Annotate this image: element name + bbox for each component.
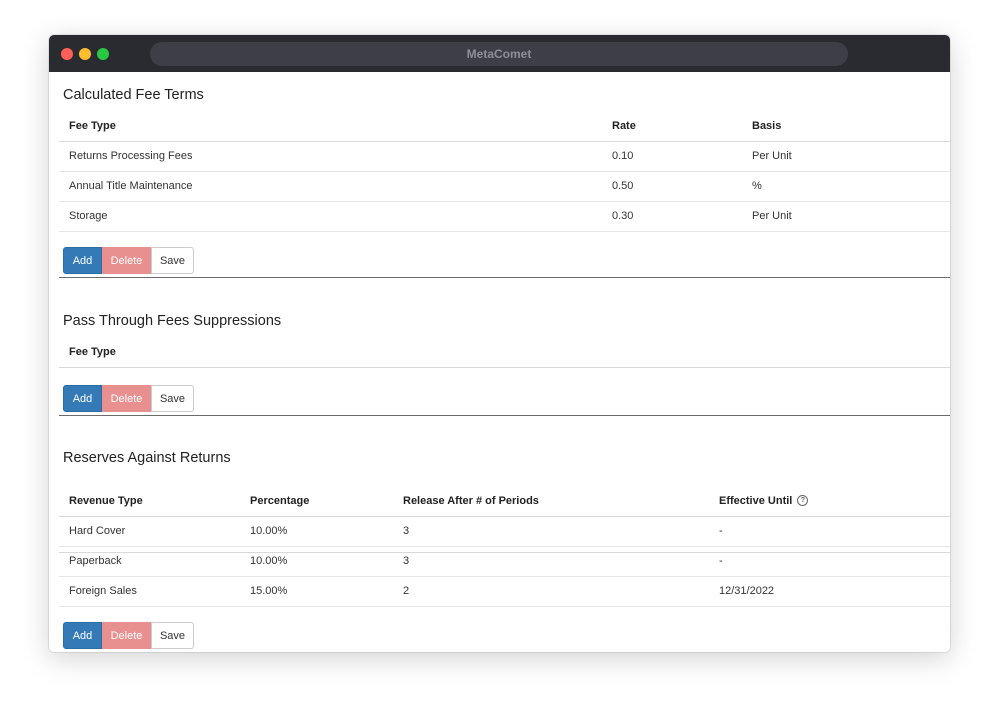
cell-release-periods: 2 <box>403 585 410 597</box>
table-row[interactable]: Annual Title Maintenance 0.50 % <box>59 172 950 202</box>
table-row[interactable]: Foreign Sales 15.00% 2 12/31/2022 <box>59 577 950 607</box>
table-row[interactable]: Paperback 10.00% 3 - <box>59 547 950 577</box>
calculated-fee-terms-section: Calculated Fee Terms Fee Type Rate Basis… <box>59 72 950 278</box>
help-icon[interactable]: ? <box>797 494 809 506</box>
cell-release-periods: 3 <box>403 555 410 567</box>
cell-rate: 0.30 <box>612 210 634 222</box>
cell-fee-type: Annual Title Maintenance <box>69 180 193 192</box>
close-window-button[interactable] <box>61 48 73 60</box>
cell-effective-until: - <box>719 555 723 567</box>
cell-percentage: 10.00% <box>250 555 288 567</box>
column-header-rate: Rate <box>612 120 636 132</box>
cell-revenue-type: Hard Cover <box>69 525 126 537</box>
column-header-effective-until: Effective Until? <box>719 486 809 516</box>
save-button[interactable]: Save <box>151 622 194 649</box>
effective-until-label: Effective Until <box>719 495 793 507</box>
add-button[interactable]: Add <box>63 247 102 274</box>
table-header: Fee Type <box>59 337 950 368</box>
cell-revenue-type: Paperback <box>69 555 122 567</box>
cell-revenue-type: Foreign Sales <box>69 585 137 597</box>
window-title: MetaComet <box>150 42 848 66</box>
maximize-window-button[interactable] <box>97 48 109 60</box>
column-header-percentage: Percentage <box>250 495 310 507</box>
table-row[interactable]: Hard Cover 10.00% 3 - <box>59 517 950 547</box>
column-header-basis: Basis <box>752 120 782 132</box>
cell-fee-type: Returns Processing Fees <box>69 150 193 162</box>
table-header: Revenue Type Percentage Release After # … <box>59 486 950 517</box>
delete-button[interactable]: Delete <box>102 385 151 412</box>
title-bar: MetaComet <box>49 35 950 72</box>
pass-through-fees-section: Pass Through Fees Suppressions Fee Type … <box>59 278 950 416</box>
delete-button[interactable]: Delete <box>102 247 151 274</box>
delete-button[interactable]: Delete <box>102 622 151 649</box>
cell-effective-until: 12/31/2022 <box>719 585 775 597</box>
column-header-fee-type: Fee Type <box>69 120 116 132</box>
cell-fee-type: Storage <box>69 210 108 222</box>
reserves-actions: Add Delete Save <box>63 622 194 649</box>
column-header-release-after-periods: Release After # of Periods <box>403 495 539 507</box>
cell-rate: 0.50 <box>612 180 634 192</box>
column-header-fee-type: Fee Type <box>69 346 116 358</box>
pass-through-actions: Add Delete Save <box>63 385 194 412</box>
add-button[interactable]: Add <box>63 622 102 649</box>
save-button[interactable]: Save <box>151 247 194 274</box>
column-header-revenue-type: Revenue Type <box>69 495 143 507</box>
section-title: Calculated Fee Terms <box>63 87 204 103</box>
table-row[interactable]: Returns Processing Fees 0.10 Per Unit <box>59 142 950 172</box>
cell-basis: Per Unit <box>752 210 792 222</box>
add-button[interactable]: Add <box>63 385 102 412</box>
cell-percentage: 15.00% <box>250 585 288 597</box>
cell-basis: % <box>752 180 762 192</box>
save-button[interactable]: Save <box>151 385 194 412</box>
table-row[interactable]: Storage 0.30 Per Unit <box>59 202 950 232</box>
cell-basis: Per Unit <box>752 150 792 162</box>
section-title: Reserves Against Returns <box>63 450 231 466</box>
cell-release-periods: 3 <box>403 525 410 537</box>
minimize-window-button[interactable] <box>79 48 91 60</box>
section-title: Pass Through Fees Suppressions <box>63 313 282 329</box>
table-header: Fee Type Rate Basis <box>59 111 950 142</box>
cell-rate: 0.10 <box>612 150 634 162</box>
cell-effective-until: - <box>719 525 723 537</box>
cell-percentage: 10.00% <box>250 525 288 537</box>
fee-terms-actions: Add Delete Save <box>63 247 194 274</box>
